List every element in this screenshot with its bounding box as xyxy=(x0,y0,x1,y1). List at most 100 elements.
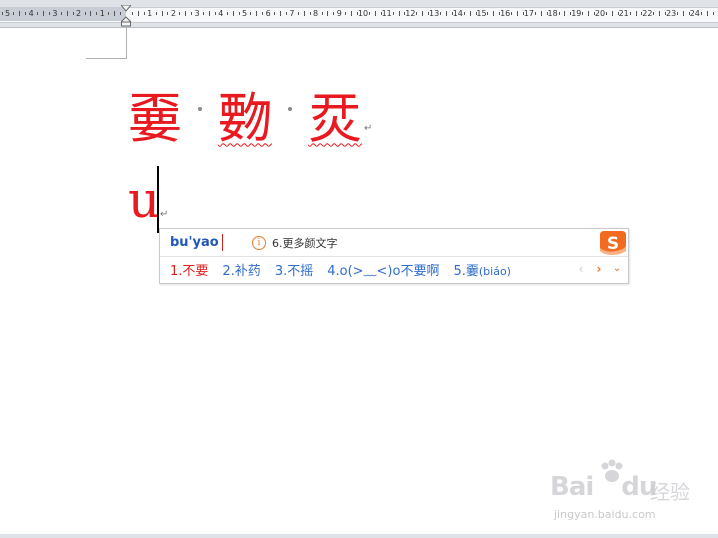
info-icon: i xyxy=(252,236,266,250)
ruler-number: 21 xyxy=(618,9,629,18)
ruler-tick xyxy=(635,11,637,16)
ruler-tick xyxy=(345,12,347,15)
ruler-tick xyxy=(570,12,572,15)
ruler-number: 5 xyxy=(241,9,248,18)
candidate-1[interactable]: 1.不要 xyxy=(170,260,208,279)
ruler-tick xyxy=(43,11,45,16)
ruler-tick xyxy=(517,11,519,16)
ruler-tick xyxy=(404,12,406,15)
char-1: 嫑 xyxy=(128,86,182,150)
watermark-zh: 经验 xyxy=(650,480,690,504)
ruler-tick xyxy=(208,11,210,16)
ruler-tick xyxy=(706,11,708,16)
ruler-tick xyxy=(665,12,667,15)
ruler-tick xyxy=(374,11,376,16)
candidate-4[interactable]: 4.o(>﹏<)o不要啊 xyxy=(327,260,439,279)
candidate-5-label: 5.嫑 xyxy=(453,264,479,279)
expand-icon[interactable]: ⌄ xyxy=(612,261,622,277)
ruler-tick xyxy=(191,12,193,15)
next-page-icon[interactable]: › xyxy=(594,261,604,277)
ruler-tick xyxy=(351,11,353,16)
ruler-tick xyxy=(605,12,607,15)
ruler-tick xyxy=(659,11,661,16)
ruler-tick xyxy=(499,12,501,15)
document-line-2[interactable]: u xyxy=(128,170,160,230)
char-2: 覅 xyxy=(218,86,272,150)
candidate-5-reading: (biáo) xyxy=(478,265,511,278)
indent-marker-icon[interactable] xyxy=(121,5,131,27)
ruler-tick xyxy=(594,12,596,15)
document-line-1[interactable]: 嫑 覅 烎 ↵ xyxy=(128,78,372,150)
ruler-tick xyxy=(440,12,442,15)
svg-text:S: S xyxy=(607,234,619,254)
ime-hint[interactable]: i 6.更多颜文字 xyxy=(252,235,338,251)
candidate-5[interactable]: 5.嫑(biáo) xyxy=(453,260,511,279)
ruler-tick xyxy=(392,12,394,15)
ruler-tick xyxy=(582,12,584,15)
ruler-number: 3 xyxy=(52,9,58,18)
ruler-tick xyxy=(96,12,98,15)
typed-text: u xyxy=(128,171,161,229)
ruler-tick xyxy=(451,12,453,15)
ruler-tick xyxy=(262,12,264,15)
ruler-tick xyxy=(131,12,133,15)
candidate-2[interactable]: 2.补药 xyxy=(222,260,260,279)
ruler-tick xyxy=(280,11,282,16)
ruler-tick xyxy=(564,11,566,16)
ime-pinyin-input[interactable]: bu'yao xyxy=(170,235,219,250)
ruler-tick xyxy=(682,11,684,16)
ruler-tick xyxy=(688,12,690,15)
prev-page-icon[interactable]: ‹ xyxy=(576,261,586,277)
ruler-number: 10 xyxy=(357,9,369,18)
ruler-tick xyxy=(333,12,335,15)
ruler-tick xyxy=(309,12,311,15)
ruler-tick xyxy=(143,12,145,15)
ruler-tick xyxy=(321,12,323,15)
ruler-number: 18 xyxy=(547,9,558,18)
ruler-tick xyxy=(179,12,181,15)
ruler-tick xyxy=(558,12,560,15)
ruler-number: 5 xyxy=(4,9,11,18)
ruler-tick xyxy=(617,12,619,15)
ruler-tick xyxy=(84,12,86,15)
ime-page-nav: ‹ › ⌄ xyxy=(576,261,622,277)
ruler-tick xyxy=(48,12,50,15)
ruler-number: 9 xyxy=(336,9,342,18)
ruler-tick xyxy=(203,12,205,15)
ruler-tick xyxy=(540,11,542,16)
paragraph-mark-icon: ↵ xyxy=(160,209,169,220)
ruler-tick xyxy=(108,12,110,15)
ruler-tick xyxy=(629,12,631,15)
ime-candidate-panel[interactable]: bu'yao i 6.更多颜文字 S 1.不要 2.补药 3.不摇 4.o(>﹏… xyxy=(159,228,629,284)
ruler-tick xyxy=(380,12,382,15)
ruler-tick xyxy=(66,11,68,16)
ruler-tick xyxy=(226,12,228,15)
space-mark xyxy=(288,107,292,111)
ruler-number: 11 xyxy=(381,9,392,18)
ruler-tick xyxy=(19,11,21,16)
ruler-tick xyxy=(368,12,370,15)
ruler-tick xyxy=(712,12,714,15)
ruler-tick xyxy=(416,12,418,15)
ruler-number: 24 xyxy=(689,9,700,18)
horizontal-ruler[interactable]: 5 4 3 2 1 1 2 3 4 5 6 7 8 9 10 11 12 13 14 15 16 17 18 19 20 21 22… xyxy=(0,0,718,28)
sogou-logo-icon[interactable]: S xyxy=(598,229,628,256)
ruler-tick xyxy=(700,12,702,15)
ruler-tick xyxy=(25,12,27,15)
ruler-tick xyxy=(274,12,276,15)
ruler-number: 1 xyxy=(147,9,153,18)
ruler-tick xyxy=(1,12,3,15)
ruler-tick xyxy=(487,12,489,15)
space-mark xyxy=(198,107,202,111)
ruler-tick xyxy=(327,11,329,16)
ruler-number: 22 xyxy=(642,9,653,18)
ruler-number: 8 xyxy=(313,9,319,18)
watermark-brand: Bai du xyxy=(550,472,657,502)
ruler-tick xyxy=(238,12,240,15)
ruler-tick xyxy=(137,11,139,16)
text-cursor xyxy=(157,166,159,233)
ime-composition-bar: bu'yao i 6.更多颜文字 S xyxy=(160,229,628,257)
candidate-3[interactable]: 3.不摇 xyxy=(275,260,313,279)
ruler-tick xyxy=(72,12,74,15)
ruler-number: 17 xyxy=(523,9,534,18)
